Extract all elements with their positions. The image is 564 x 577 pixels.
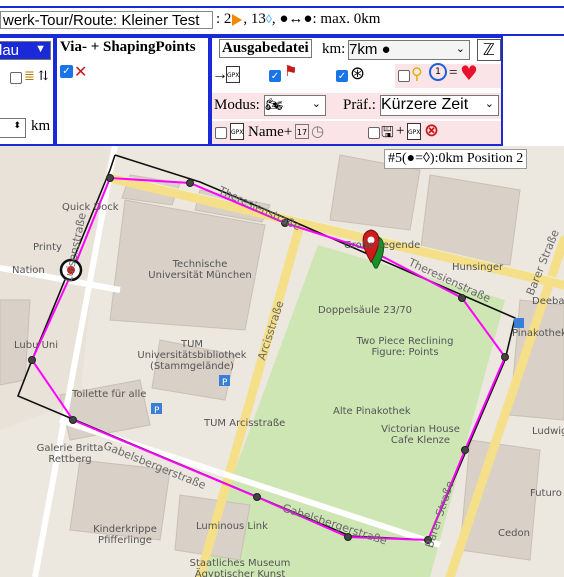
unit-label: km xyxy=(31,118,51,134)
route-name-input[interactable]: werk-Tour/Route: Kleiner Test xyxy=(0,11,213,29)
no-tire-icon: ⊗ xyxy=(424,120,440,141)
gpx-icon: GPX xyxy=(407,123,421,140)
label-cedon: Cedon xyxy=(498,528,530,539)
color-select-value: lau xyxy=(0,42,20,59)
via-checkbox[interactable]: ✓ xyxy=(60,65,73,78)
spinner-icon: ⬍ xyxy=(13,120,21,130)
label-tum: Technische Universität München xyxy=(148,259,252,281)
route-stats: : 2, 13◊, ●↔●: max. 0km xyxy=(216,11,381,27)
stats-prefix: : xyxy=(216,11,221,27)
output-panel-title: Ausgabedatei xyxy=(219,39,312,58)
flag-count: 2 xyxy=(223,11,232,27)
via-crossed-icon[interactable]: ✕ xyxy=(74,62,87,81)
via-panel-title: Via- + ShapingPoints xyxy=(60,39,196,55)
calendar-icon: 17 xyxy=(295,124,309,139)
list-checkbox[interactable] xyxy=(10,72,22,84)
save-checkbox[interactable] xyxy=(368,127,380,139)
label-tum-arcis: TUM Arcisstraße xyxy=(204,418,286,429)
label-kinderkrippe: Kinderkrippe Pfifferlinge xyxy=(93,524,157,546)
number-input[interactable]: ⬍ xyxy=(0,118,26,138)
modus-select[interactable]: 🏍 ⌄ xyxy=(264,95,326,116)
label-ludwig: Ludwig xyxy=(532,426,564,437)
praef-select[interactable]: Kürzere Zeit ⌄ xyxy=(380,95,499,116)
svg-text:P: P xyxy=(222,378,228,388)
toolbar: werk-Tour/Route: Kleiner Test : 2, 13◊, … xyxy=(0,0,564,146)
praef-select-value: Kürzere Zeit xyxy=(381,96,469,113)
waypoints-checkbox[interactable]: ✓ xyxy=(269,70,281,82)
label-toilette: Toilette für alle xyxy=(72,389,147,400)
svg-text:P: P xyxy=(154,406,160,416)
sort-icon: ⇅ xyxy=(38,68,49,83)
gpx-icon: GPX xyxy=(226,66,240,83)
heart-icon: ♥ xyxy=(460,61,478,85)
praef-label: Präf.: xyxy=(343,97,376,113)
label-doppelsaule: Doppelsäule 23/70 xyxy=(318,305,413,316)
label-staatliches: Staatliches Museum Ägyptischer Kunst xyxy=(189,558,291,577)
map-view[interactable]: P P #5(●=◊):0km Position 2 Quick Dock Pr… xyxy=(0,146,564,577)
chevron-down-icon: ⌄ xyxy=(311,98,321,110)
plus-icon: + xyxy=(396,123,405,139)
label-nation: Nation xyxy=(12,265,45,276)
label-tum2: TUM Universitätsbibliothek (Stammgelände… xyxy=(137,339,247,372)
yellow-pin-icon: ⚲ xyxy=(411,64,423,83)
blue-pin-icon: 1 xyxy=(429,63,447,81)
motorcycle-icon: 🏍 xyxy=(265,97,283,113)
km-label: km: xyxy=(322,41,346,57)
label-hunsinger: Hunsinger xyxy=(452,262,504,273)
km-select-value: 7km ● xyxy=(349,41,391,58)
via-panel: Via- + ShapingPoints ✓ ✕ xyxy=(55,36,210,146)
gpx-icon: GPX xyxy=(230,123,244,140)
output-panel: Ausgabedatei km: 7km ● ⌄ ℤ → GPX ✓ ⚑ ✓ ⊛… xyxy=(210,36,503,146)
save-icon: 🖫 xyxy=(381,123,394,141)
waypoints-icon: ⚑ xyxy=(284,64,298,80)
label-galerie: Galerie Britta Rettberg xyxy=(36,443,104,465)
color-select[interactable]: lau ▼ xyxy=(0,41,51,60)
label-luminous: Luminous Link xyxy=(196,521,268,532)
label-quick-dock: Quick Dock xyxy=(62,202,119,213)
transit-icon xyxy=(514,318,524,328)
drop-icon: ◊ xyxy=(265,12,272,26)
label-victorian: Victorian House Cafe Klenze xyxy=(381,424,460,446)
distance-text: ●↔●: max. 0km xyxy=(279,11,381,27)
label-grosslegende: Große Legende xyxy=(344,240,421,251)
label-two-piece: Two Piece Reclining Figure: Points xyxy=(356,336,454,358)
km-select[interactable]: 7km ● ⌄ xyxy=(348,40,470,60)
name-checkbox[interactable] xyxy=(215,127,227,139)
curve-road-button[interactable]: ℤ xyxy=(477,39,501,61)
label-printy: Printy xyxy=(33,242,62,253)
equals-icon: = xyxy=(449,65,458,81)
route-title-bar: werk-Tour/Route: Kleiner Test : 2, 13◊, … xyxy=(0,6,564,36)
list-icon: ≣ xyxy=(24,68,35,83)
label-lubu: Lubu Uni xyxy=(14,340,59,351)
chevron-down-icon: ▼ xyxy=(35,43,46,55)
name-label: Name+ xyxy=(248,124,293,140)
label-pinakothek: Pinakothek xyxy=(512,328,564,339)
tire-checkbox[interactable]: ✓ xyxy=(336,70,348,82)
label-alte: Alte Pinakothek xyxy=(333,406,411,417)
chevron-down-icon: ⌄ xyxy=(484,98,494,110)
clock-icon: ◷ xyxy=(311,122,325,140)
point-count: 13 xyxy=(250,11,266,27)
position-info: #5(●=◊):0km Position 2 xyxy=(384,149,528,169)
label-futuro: Futuro xyxy=(530,488,562,499)
flag-icon xyxy=(232,13,243,26)
modus-label: Modus: xyxy=(214,97,260,113)
tire-icon: ⊛ xyxy=(350,63,366,84)
favorites-checkbox[interactable] xyxy=(398,70,410,82)
left-panel: lau ▼ ≣ ⇅ ⬍ km xyxy=(0,36,55,146)
label-deeba: Deeba xyxy=(532,296,564,307)
chevron-down-icon: ⌄ xyxy=(455,43,465,55)
